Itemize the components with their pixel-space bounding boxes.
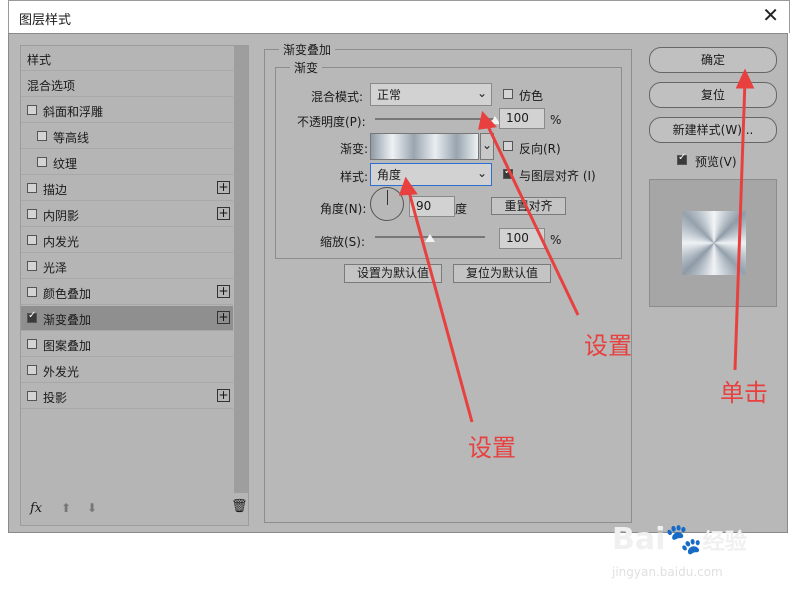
arrow-to-ok (733, 79, 747, 371)
annotation-arrows (398, 68, 755, 423)
arrow-to-opacity (484, 121, 580, 316)
annotation-set-1: 设置 (584, 332, 632, 360)
annotation-set-2: 设置 (468, 434, 516, 462)
watermark-brand2: 经验 (702, 530, 747, 555)
watermark-logo: Bai🐾经验 (612, 522, 747, 557)
arrowhead-ok (735, 68, 755, 89)
watermark-url: jingyan.baidu.com (612, 565, 723, 579)
arrowhead-opacity (478, 110, 498, 130)
annotation-click: 单击 (720, 379, 768, 407)
arrowhead-style (398, 176, 418, 196)
paw-icon: 🐾 (665, 522, 703, 557)
arrow-to-style (406, 187, 474, 423)
watermark-brand: Bai (612, 522, 666, 557)
